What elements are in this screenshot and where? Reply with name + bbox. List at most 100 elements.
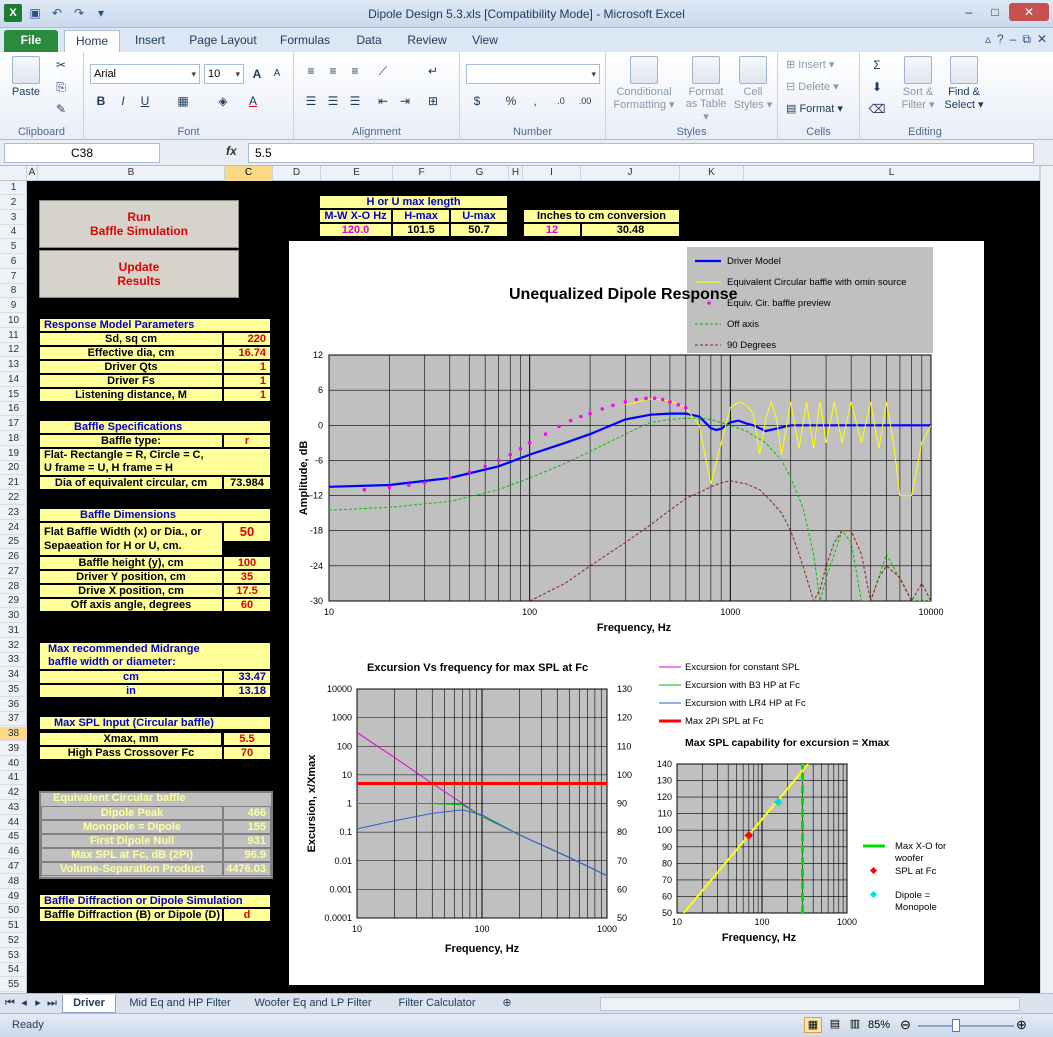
formula-input[interactable]: 5.5 bbox=[248, 143, 1034, 163]
font-name-select[interactable]: Arial bbox=[90, 64, 200, 84]
row-header[interactable]: 31 bbox=[0, 624, 27, 638]
column-header[interactable]: F bbox=[393, 166, 451, 181]
page-layout-view-icon[interactable]: ▤ bbox=[826, 1017, 844, 1030]
response-param-value[interactable]: 16.74 bbox=[223, 346, 271, 360]
merge-center-icon[interactable]: ⊞ bbox=[424, 92, 442, 110]
worksheet[interactable]: Run Baffle Simulation Update Results H or … bbox=[27, 181, 1040, 993]
tab-insert[interactable]: Insert bbox=[124, 30, 176, 52]
row-header[interactable]: 18 bbox=[0, 432, 27, 446]
row-header[interactable]: 39 bbox=[0, 742, 27, 756]
row-header[interactable]: 3 bbox=[0, 211, 27, 225]
copy-icon[interactable]: ⎘ bbox=[52, 78, 70, 96]
row-header[interactable]: 16 bbox=[0, 402, 27, 417]
insert-cells-button[interactable]: ⊞ Insert ▾ bbox=[786, 58, 834, 71]
row-header[interactable]: 46 bbox=[0, 845, 27, 860]
close-icon[interactable]: ✕ bbox=[1009, 3, 1049, 21]
tab-file[interactable]: File bbox=[4, 30, 58, 52]
page-break-view-icon[interactable]: ▥ bbox=[846, 1017, 864, 1030]
align-bottom-icon[interactable]: ≡ bbox=[346, 62, 364, 80]
equiv-value[interactable]: 931 bbox=[223, 834, 271, 848]
increase-indent-icon[interactable]: ⇥ bbox=[396, 92, 414, 110]
italic-icon[interactable]: I bbox=[114, 92, 132, 110]
percent-icon[interactable]: % bbox=[502, 92, 520, 110]
conversion-cm[interactable]: 30.48 bbox=[581, 223, 680, 237]
zoom-slider[interactable] bbox=[918, 1025, 1014, 1027]
row-header[interactable]: 48 bbox=[0, 875, 27, 889]
row-header[interactable]: 13 bbox=[0, 358, 27, 373]
select-all-corner[interactable] bbox=[0, 166, 27, 181]
column-header[interactable]: B bbox=[38, 166, 225, 181]
xmax-value-selected-cell[interactable]: 5.5 bbox=[221, 730, 273, 748]
bold-icon[interactable]: B bbox=[92, 92, 110, 110]
row-header[interactable]: 25 bbox=[0, 535, 27, 550]
row-header[interactable]: 52 bbox=[0, 934, 27, 948]
delete-cells-button[interactable]: ⊟ Delete ▾ bbox=[786, 80, 839, 93]
column-header[interactable]: J bbox=[581, 166, 680, 181]
max-spl-chart[interactable]: Max X-O for woofer Dipole = Monopole bbox=[676, 763, 946, 914]
column-header[interactable]: E bbox=[321, 166, 393, 181]
align-left-icon[interactable]: ☰ bbox=[302, 92, 320, 110]
hu-value-umax[interactable]: 50.7 bbox=[450, 223, 508, 237]
autosum-icon[interactable]: Σ bbox=[868, 56, 886, 74]
row-header[interactable]: 33 bbox=[0, 653, 27, 668]
row-header[interactable]: 17 bbox=[0, 417, 27, 432]
response-param-value[interactable]: 1 bbox=[223, 374, 271, 388]
paste-button[interactable]: Paste bbox=[6, 56, 46, 98]
baffle-dim-value[interactable]: 100 bbox=[223, 556, 271, 570]
zoom-slider-thumb[interactable] bbox=[952, 1019, 960, 1032]
row-header[interactable]: 54 bbox=[0, 963, 27, 978]
row-header[interactable]: 15 bbox=[0, 388, 27, 402]
find-select-button[interactable]: Find & Select ▾ bbox=[942, 56, 986, 111]
row-header[interactable]: 1 bbox=[0, 181, 27, 195]
row-header[interactable]: 11 bbox=[0, 329, 27, 343]
baffle-dim-value[interactable]: 60 bbox=[223, 598, 271, 612]
column-header[interactable]: L bbox=[744, 166, 1040, 181]
row-header[interactable]: 21 bbox=[0, 476, 27, 491]
baffle-dim-value[interactable]: 35 bbox=[223, 570, 271, 584]
hu-value-hmax[interactable]: 101.5 bbox=[392, 223, 450, 237]
equiv-dia-value[interactable]: 73.984 bbox=[223, 476, 271, 490]
prev-sheet-icon[interactable]: ◂ bbox=[18, 995, 30, 1013]
diffraction-value[interactable]: d bbox=[223, 908, 271, 922]
wrap-text-icon[interactable]: ↵ bbox=[424, 62, 442, 80]
window-restore-icon[interactable]: ⧉ bbox=[1022, 32, 1031, 47]
zoom-in-icon[interactable]: ⊕ bbox=[1016, 1017, 1027, 1033]
window-close-icon[interactable]: ✕ bbox=[1037, 32, 1047, 47]
help-icon[interactable]: ? bbox=[997, 32, 1004, 47]
zoom-out-icon[interactable]: ⊖ bbox=[900, 1017, 911, 1033]
underline-icon[interactable]: U bbox=[136, 92, 154, 110]
row-header[interactable]: 26 bbox=[0, 550, 27, 564]
row-header[interactable]: 9 bbox=[0, 299, 27, 314]
tab-data[interactable]: Data bbox=[346, 30, 392, 52]
minimize-ribbon-icon[interactable]: ▵ bbox=[985, 32, 991, 47]
response-param-value[interactable]: 1 bbox=[223, 360, 271, 374]
row-header[interactable]: 14 bbox=[0, 373, 27, 387]
row-header[interactable]: 53 bbox=[0, 949, 27, 963]
chart-area[interactable]: Driver Model Equivalent Circular baffle w… bbox=[289, 241, 984, 985]
row-header[interactable]: 55 bbox=[0, 978, 27, 992]
format-painter-icon[interactable]: ✎ bbox=[52, 100, 70, 118]
align-middle-icon[interactable]: ≡ bbox=[324, 62, 342, 80]
row-header[interactable]: 38 bbox=[0, 727, 27, 742]
currency-icon[interactable]: $ bbox=[468, 92, 486, 110]
row-header[interactable]: 7 bbox=[0, 270, 27, 284]
tab-formulas[interactable]: Formulas bbox=[270, 30, 340, 52]
response-param-value[interactable]: 1 bbox=[223, 388, 271, 402]
column-header[interactable]: D bbox=[273, 166, 321, 181]
row-header[interactable]: 24 bbox=[0, 521, 27, 535]
tab-review[interactable]: Review bbox=[398, 30, 456, 52]
row-header[interactable]: 47 bbox=[0, 860, 27, 874]
column-header[interactable]: H bbox=[509, 166, 523, 181]
decrease-decimal-icon[interactable]: .00 bbox=[576, 92, 594, 110]
column-header[interactable]: C bbox=[225, 166, 273, 181]
row-header[interactable]: 6 bbox=[0, 255, 27, 269]
row-header[interactable]: 34 bbox=[0, 668, 27, 683]
conversion-inches[interactable]: 12 bbox=[523, 223, 581, 237]
hu-value-mw[interactable]: 120.0 bbox=[319, 223, 392, 237]
cut-icon[interactable]: ✂ bbox=[52, 56, 70, 74]
horizontal-scrollbar[interactable] bbox=[600, 997, 1020, 1011]
column-header[interactable]: G bbox=[451, 166, 509, 181]
orientation-icon[interactable]: ⟋ bbox=[374, 62, 392, 80]
sheet-tab-filter-calculator[interactable]: Filter Calculator bbox=[386, 995, 488, 1013]
hp-crossover-value[interactable]: 70 bbox=[223, 746, 271, 760]
